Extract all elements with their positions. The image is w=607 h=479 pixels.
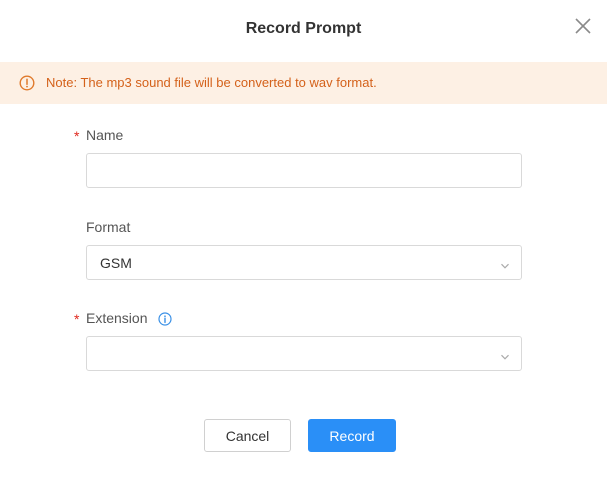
dialog-title: Record Prompt: [245, 20, 362, 37]
close-icon[interactable]: [573, 16, 593, 36]
extension-required-marker: *: [74, 311, 80, 327]
extension-select[interactable]: [86, 336, 522, 371]
notice-banner: Note: The mp3 sound file will be convert…: [0, 62, 607, 104]
format-label: Format: [86, 219, 131, 235]
record-button[interactable]: Record: [308, 419, 396, 452]
dialog-header: Record Prompt: [0, 0, 607, 62]
name-label: Name: [86, 127, 124, 143]
name-required-marker: *: [74, 128, 80, 144]
chevron-down-icon: [500, 349, 510, 360]
name-input[interactable]: [86, 153, 522, 188]
format-select[interactable]: GSM: [86, 245, 522, 280]
info-icon[interactable]: [158, 312, 172, 326]
format-select-value: GSM: [100, 255, 132, 271]
record-prompt-dialog: Record Prompt Note: The mp3 sound file w…: [0, 0, 607, 479]
warning-circle-icon: [19, 75, 35, 91]
chevron-down-icon: [500, 258, 510, 269]
notice-text: Note: The mp3 sound file will be convert…: [46, 75, 377, 90]
extension-label: Extension: [86, 310, 148, 326]
cancel-button[interactable]: Cancel: [204, 419, 291, 452]
